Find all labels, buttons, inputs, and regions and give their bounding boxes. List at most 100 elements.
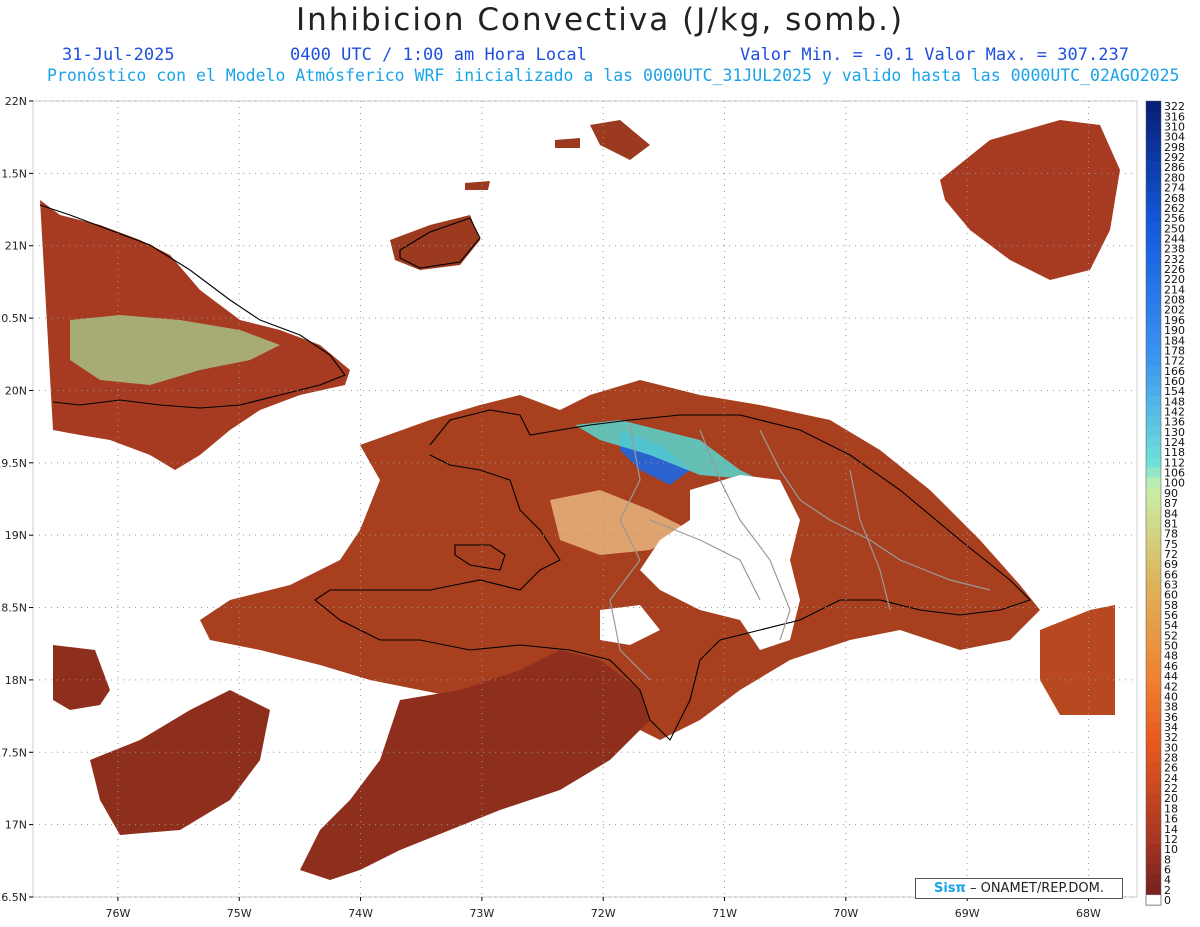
colorbar-swatch xyxy=(1146,691,1161,702)
lat-tick-label: 18.5N xyxy=(0,602,27,615)
colorbar-swatch xyxy=(1146,803,1161,814)
lat-tick-label: 17N xyxy=(5,819,27,832)
colorbar-swatch xyxy=(1146,660,1161,672)
colorbar-swatch xyxy=(1146,640,1161,651)
colorbar-swatch xyxy=(1146,447,1161,458)
colorbar-swatch xyxy=(1146,609,1161,621)
colorbar-swatch xyxy=(1146,223,1161,234)
colorbar-swatch xyxy=(1146,630,1161,641)
colorbar-swatch xyxy=(1146,589,1161,600)
colorbar-swatch xyxy=(1146,101,1161,112)
colorbar-swatch xyxy=(1146,274,1161,285)
colorbar-swatch xyxy=(1146,752,1161,763)
colorbar-swatch xyxy=(1146,731,1161,743)
colorbar-swatch xyxy=(1146,569,1161,580)
colorbar-swatch xyxy=(1146,772,1161,784)
lat-tick-label: 16.5N xyxy=(0,891,27,904)
colorbar-swatch xyxy=(1146,762,1161,773)
colorbar-swatch xyxy=(1146,854,1161,865)
lon-tick-label: 68W xyxy=(1076,907,1101,920)
colorbar-swatch xyxy=(1146,375,1161,387)
colorbar-swatch xyxy=(1146,263,1161,275)
colorbar-swatch xyxy=(1146,721,1161,733)
lat-tick-label: 19.5N xyxy=(0,457,27,470)
lat-tick-label: 20N xyxy=(5,384,27,397)
colorbar-swatch xyxy=(1146,864,1161,875)
lon-tick-label: 75W xyxy=(227,907,252,920)
colorbar-swatch xyxy=(1146,304,1161,316)
colorbar-swatch xyxy=(1146,538,1161,550)
colorbar-swatch xyxy=(1146,212,1161,224)
colorbar-swatch xyxy=(1146,497,1161,509)
colorbar-swatch xyxy=(1146,558,1161,570)
colorbar-swatch xyxy=(1146,182,1161,193)
colorbar-swatch xyxy=(1146,345,1161,356)
colorbar-swatch xyxy=(1146,843,1161,855)
credit-box: Sisπ – ONAMET/REP.DOM. xyxy=(915,878,1123,899)
colorbar-swatch xyxy=(1146,884,1161,896)
colorbar-swatch xyxy=(1146,192,1161,204)
colorbar-swatch xyxy=(1146,121,1161,132)
colorbar-swatch xyxy=(1146,711,1161,723)
colorbar-swatch xyxy=(1146,151,1161,163)
colorbar-swatch xyxy=(1146,131,1161,143)
colorbar-swatch xyxy=(1146,141,1161,153)
colorbar-swatch xyxy=(1146,518,1161,529)
colorbar-swatch xyxy=(1146,670,1161,682)
colorbar-swatch xyxy=(1146,742,1161,753)
colorbar-swatch xyxy=(1146,365,1161,377)
credit-text: – ONAMET/REP.DOM. xyxy=(969,881,1104,896)
lon-tick-label: 73W xyxy=(469,907,494,920)
colorbar-swatch xyxy=(1146,324,1161,336)
sispi-logo: Sisπ xyxy=(933,881,966,896)
colorbar-swatch xyxy=(1146,406,1161,417)
lon-tick-label: 70W xyxy=(833,907,858,920)
colorbar-swatch xyxy=(1146,650,1161,662)
colorbar-swatch xyxy=(1146,833,1161,845)
lon-tick-label: 69W xyxy=(955,907,980,920)
colorbar-swatch xyxy=(1146,793,1161,804)
colorbar-swatch xyxy=(1146,681,1161,692)
colorbar-swatch xyxy=(1146,172,1161,183)
lat-tick-label: 20.5N xyxy=(0,312,27,325)
colorbar-swatch xyxy=(1146,335,1161,346)
colorbar-swatch xyxy=(1146,548,1161,560)
colorbar-swatch xyxy=(1146,396,1161,407)
lon-tick-label: 76W xyxy=(105,907,130,920)
colorbar-swatch xyxy=(1146,874,1161,885)
colorbar-swatch xyxy=(1146,243,1161,254)
colorbar-swatch xyxy=(1146,528,1161,539)
colorbar-swatch xyxy=(1146,233,1161,244)
colorbar-swatch xyxy=(1146,416,1161,427)
lon-tick-label: 72W xyxy=(591,907,616,920)
lat-tick-label: 21N xyxy=(5,240,27,253)
lon-tick-label: 74W xyxy=(348,907,373,920)
colorbar-swatch xyxy=(1146,579,1161,590)
lat-tick-label: 19N xyxy=(5,529,27,542)
colorbar-swatch xyxy=(1146,436,1161,448)
forecast-map: 22N 21.5N 21N 20.5N 20N 19.5N 19N 18.5N 18N 17.5N… xyxy=(0,95,1185,920)
colorbar-swatch xyxy=(1146,426,1161,438)
lat-tick-label: 21.5N xyxy=(0,167,27,180)
colorbar-label: 0 xyxy=(1164,894,1171,907)
colorbar-swatch xyxy=(1146,284,1161,295)
colorbar-swatch xyxy=(1146,385,1161,397)
colorbar: 3223163103042982922862802742682622562502… xyxy=(1145,100,1185,907)
colorbar-swatch xyxy=(1146,599,1161,611)
colorbar-swatch xyxy=(1146,467,1161,478)
colorbar-swatch xyxy=(1146,294,1161,305)
colorbar-swatch xyxy=(1146,202,1161,214)
lon-tick-label: 71W xyxy=(712,907,737,920)
colorbar-swatch xyxy=(1146,457,1161,468)
colorbar-swatch xyxy=(1146,355,1161,366)
colorbar-swatch xyxy=(1146,314,1161,326)
colorbar-swatch xyxy=(1146,487,1161,499)
colorbar-swatch xyxy=(1146,620,1161,631)
lat-tick-label: 22N xyxy=(5,95,27,108)
colorbar-swatch xyxy=(1146,162,1161,173)
lat-tick-label: 17.5N xyxy=(0,746,27,759)
colorbar-swatch xyxy=(1146,253,1161,265)
colorbar-swatch xyxy=(1146,508,1161,519)
lat-tick-label: 18N xyxy=(5,674,27,687)
colorbar-swatch xyxy=(1146,111,1161,122)
